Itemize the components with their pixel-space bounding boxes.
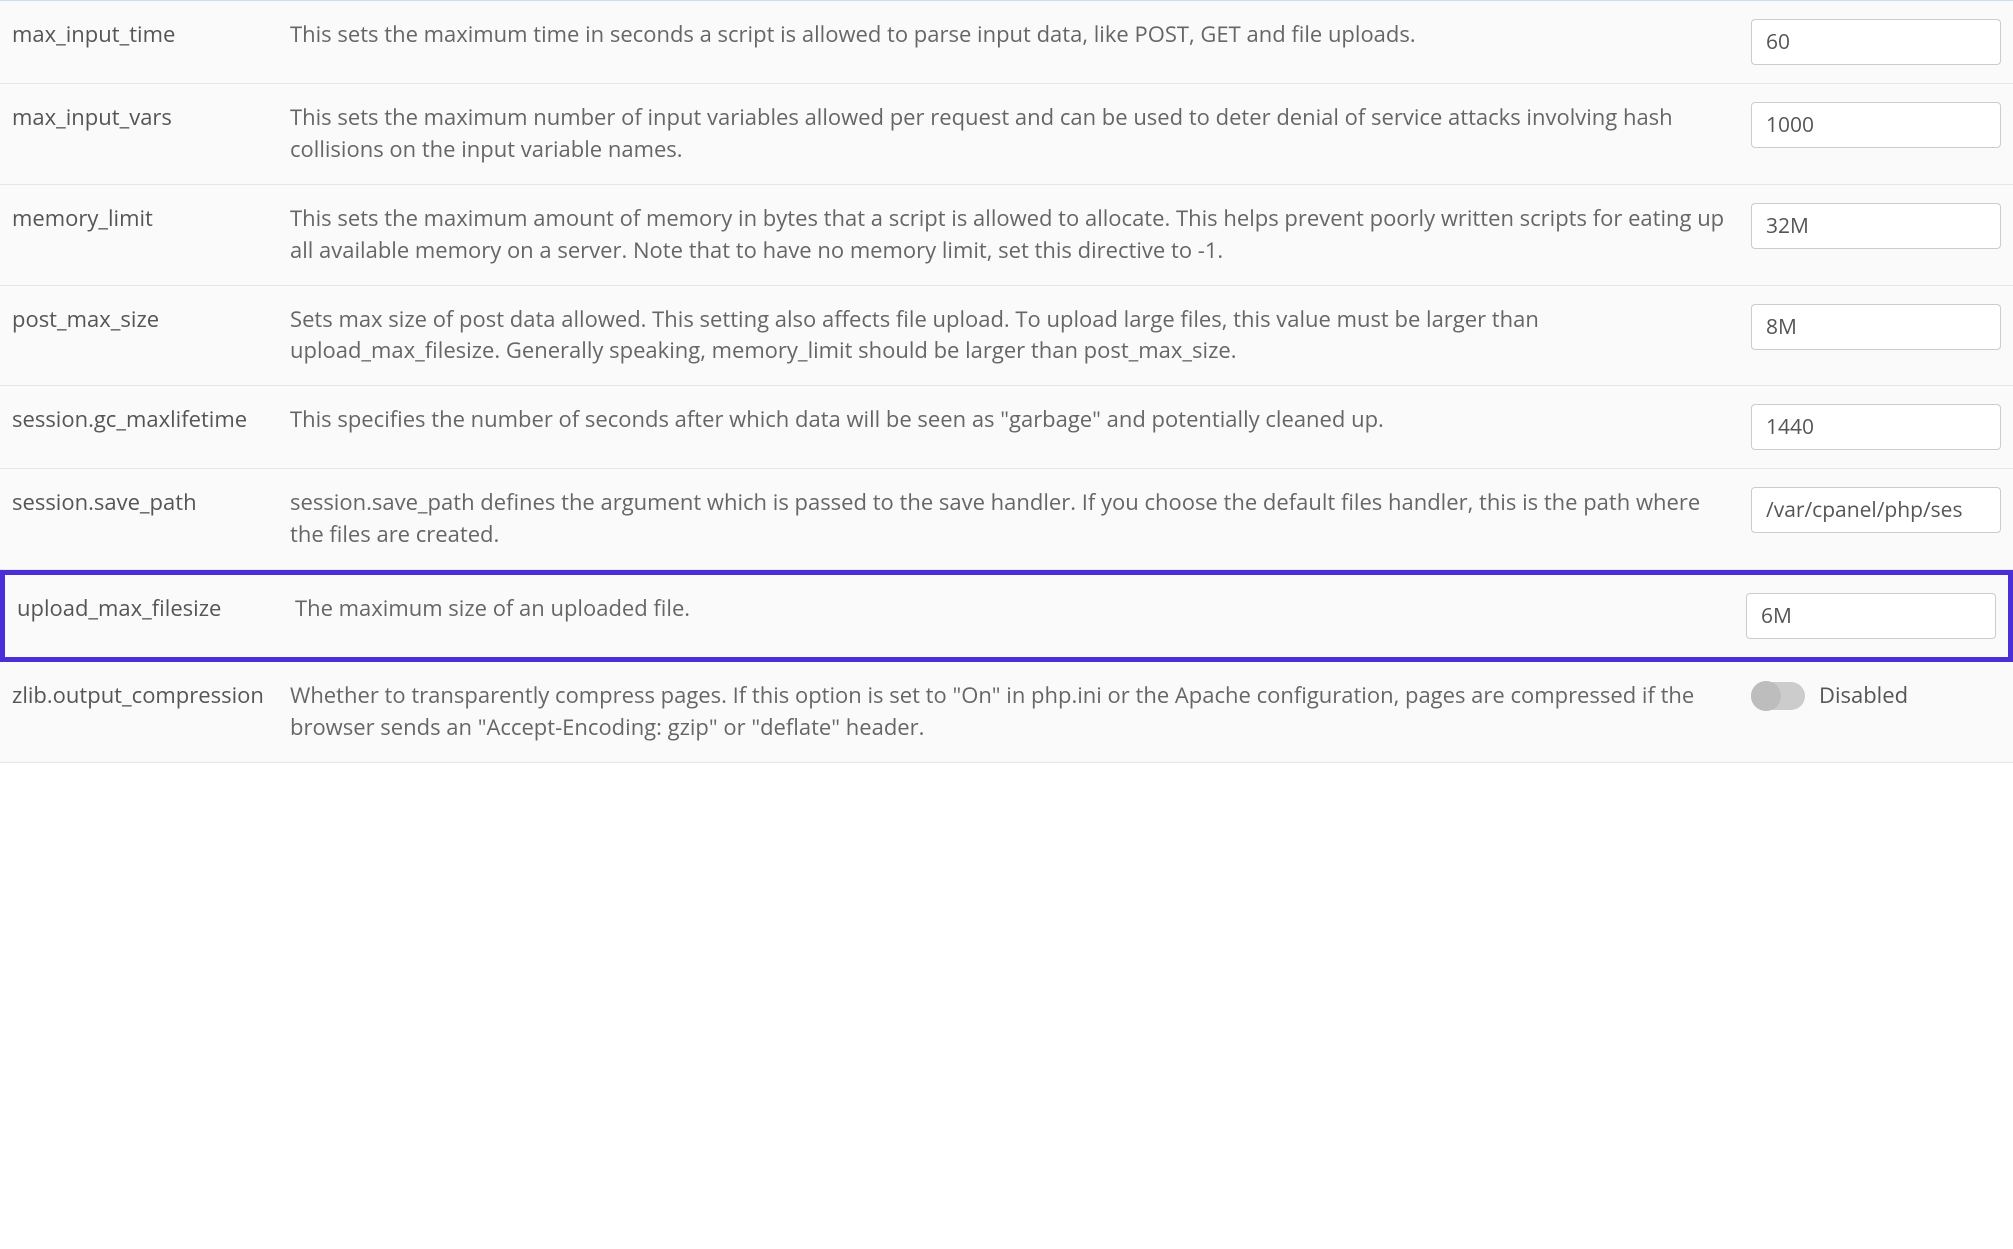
setting-name: post_max_size [12,304,290,336]
setting-name: max_input_time [12,19,290,51]
setting-value-cell [1751,203,2001,249]
toggle-state-label: Disabled [1819,680,1908,712]
setting-name: upload_max_filesize [17,593,295,625]
setting-value-cell [1751,487,2001,533]
setting-row-memory-limit: memory_limitThis sets the maximum amount… [0,185,2013,286]
setting-description: This specifies the number of seconds aft… [290,404,1751,436]
setting-row-session-gc-maxlifetime: session.gc_maxlifetimeThis specifies the… [0,386,2013,469]
setting-description: This sets the maximum number of input va… [290,102,1751,166]
setting-input-session-gc-maxlifetime[interactable] [1751,404,2001,450]
setting-description: This sets the maximum amount of memory i… [290,203,1751,267]
setting-name: memory_limit [12,203,290,235]
setting-description: session.save_path defines the argument w… [290,487,1751,551]
setting-row-upload-max-filesize: upload_max_filesizeThe maximum size of a… [0,570,2013,662]
setting-value-cell [1751,404,2001,450]
setting-input-upload-max-filesize[interactable] [1746,593,1996,639]
setting-description: The maximum size of an uploaded file. [295,593,1746,625]
setting-name: max_input_vars [12,102,290,134]
toggle-knob [1751,681,1781,711]
setting-value-cell [1751,102,2001,148]
setting-row-max-input-time: max_input_timeThis sets the maximum time… [0,1,2013,84]
setting-input-max-input-vars[interactable] [1751,102,2001,148]
setting-row-session-save-path: session.save_pathsession.save_path defin… [0,469,2013,570]
setting-description: This sets the maximum time in seconds a … [290,19,1751,51]
setting-row-zlib-output-compression: zlib.output_compressionWhether to transp… [0,662,2013,763]
setting-row-max-input-vars: max_input_varsThis sets the maximum numb… [0,84,2013,185]
toggle-wrap: Disabled [1751,680,1908,712]
setting-value-cell [1746,593,1996,639]
setting-input-max-input-time[interactable] [1751,19,2001,65]
setting-value-cell [1751,304,2001,350]
setting-input-memory-limit[interactable] [1751,203,2001,249]
setting-input-post-max-size[interactable] [1751,304,2001,350]
setting-name: zlib.output_compression [12,680,290,712]
setting-value-cell: Disabled [1751,680,2001,712]
setting-name: session.gc_maxlifetime [12,404,290,436]
setting-row-post-max-size: post_max_sizeSets max size of post data … [0,286,2013,387]
php-settings-table: max_input_timeThis sets the maximum time… [0,0,2013,763]
setting-description: Whether to transparently compress pages.… [290,680,1751,744]
setting-value-cell [1751,19,2001,65]
toggle-switch-zlib-output-compression[interactable] [1751,682,1805,710]
setting-description: Sets max size of post data allowed. This… [290,304,1751,368]
setting-input-session-save-path[interactable] [1751,487,2001,533]
setting-name: session.save_path [12,487,290,519]
